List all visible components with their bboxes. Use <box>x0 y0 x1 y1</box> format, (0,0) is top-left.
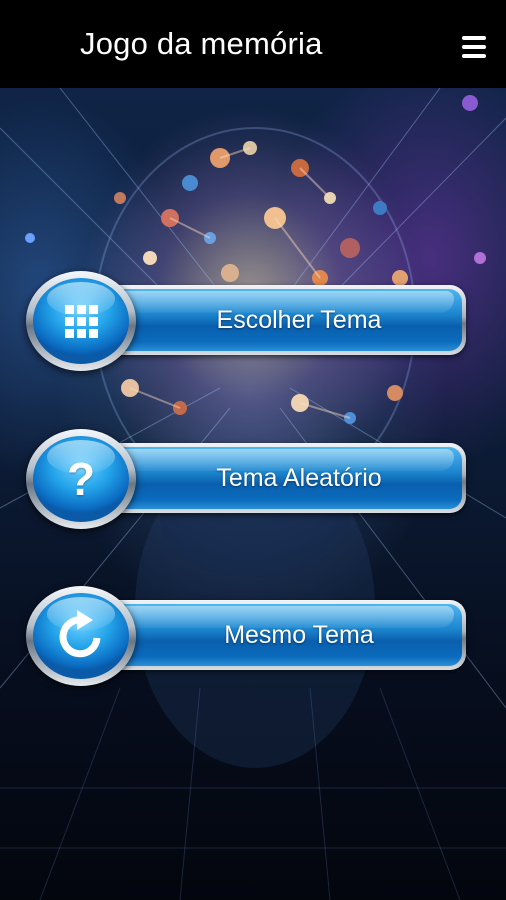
tema-aleatorio-circle[interactable]: ? <box>26 429 136 529</box>
app-title: Jogo da memória <box>80 26 323 61</box>
hamburger-menu-icon[interactable] <box>462 36 486 58</box>
tema-aleatorio-label: Tema Aleatório <box>216 463 382 492</box>
mesmo-tema-label: Mesmo Tema <box>224 620 374 649</box>
grid-icon <box>64 304 98 338</box>
tema-aleatorio-button[interactable]: Tema Aleatório ? <box>26 429 468 529</box>
escolher-tema-pill[interactable]: Escolher Tema <box>102 285 466 355</box>
mesmo-tema-circle[interactable] <box>26 586 136 686</box>
question-mark-icon: ? <box>66 453 96 505</box>
tema-aleatorio-pill[interactable]: Tema Aleatório <box>102 443 466 513</box>
app-bar: Jogo da memória <box>0 0 506 88</box>
mesmo-tema-pill[interactable]: Mesmo Tema <box>102 600 466 670</box>
escolher-tema-button[interactable]: Escolher Tema <box>26 271 468 371</box>
refresh-icon <box>59 610 101 658</box>
escolher-tema-circle[interactable] <box>26 271 136 371</box>
mesmo-tema-button[interactable]: Mesmo Tema <box>26 586 468 686</box>
escolher-tema-label: Escolher Tema <box>216 305 382 334</box>
